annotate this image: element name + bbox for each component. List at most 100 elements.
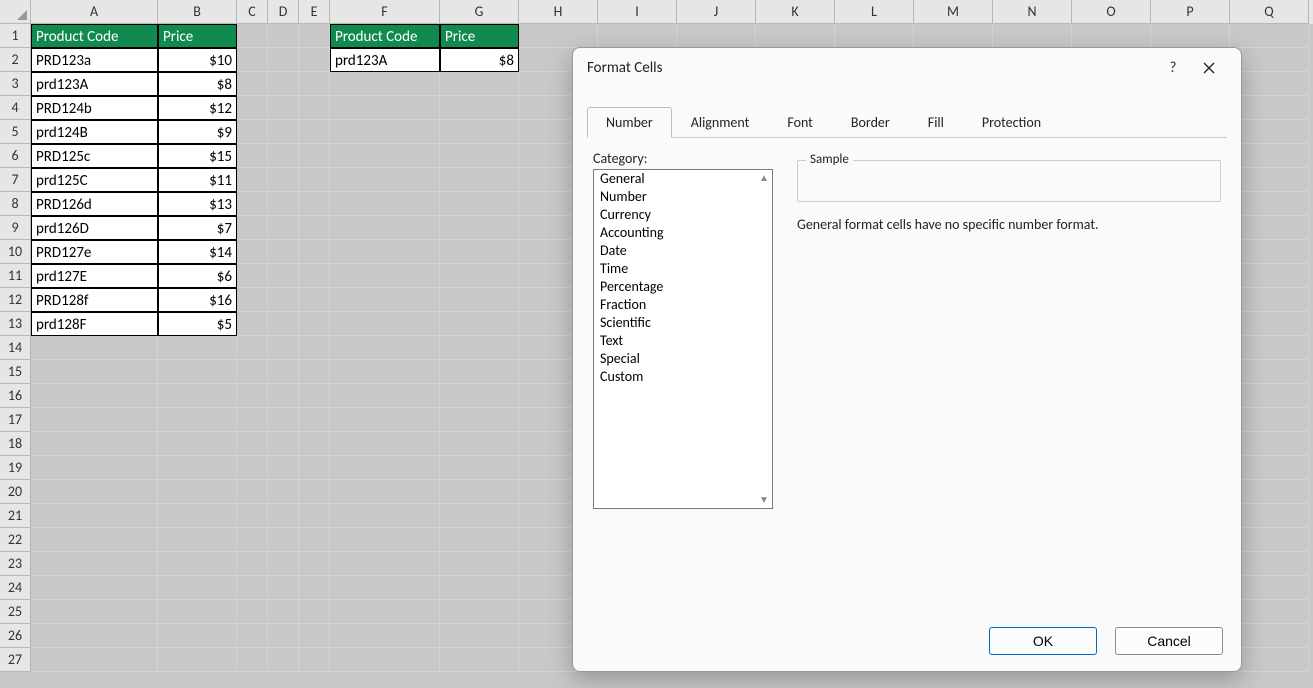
cell-Q1[interactable] (1230, 24, 1309, 48)
help-button[interactable]: ? (1155, 53, 1191, 83)
close-button[interactable] (1191, 53, 1227, 83)
category-item-scientific[interactable]: Scientific (594, 314, 772, 332)
cell-F1[interactable]: Product Code (330, 24, 440, 48)
row-header-10[interactable]: 10 (0, 240, 31, 264)
cell-A14[interactable] (31, 336, 158, 360)
cell-F24[interactable] (330, 576, 440, 600)
column-header-G[interactable]: G (440, 0, 519, 24)
cell-G20[interactable] (440, 480, 519, 504)
cell-A8[interactable]: PRD126d (31, 192, 158, 216)
cell-D19[interactable] (268, 456, 299, 480)
cell-G12[interactable] (440, 288, 519, 312)
cell-F11[interactable] (330, 264, 440, 288)
cell-A1[interactable]: Product Code (31, 24, 158, 48)
cell-C16[interactable] (237, 384, 268, 408)
row-header-16[interactable]: 16 (0, 384, 31, 408)
cell-D22[interactable] (268, 528, 299, 552)
cell-F14[interactable] (330, 336, 440, 360)
cell-A23[interactable] (31, 552, 158, 576)
cell-E17[interactable] (299, 408, 330, 432)
cell-G11[interactable] (440, 264, 519, 288)
cell-G8[interactable] (440, 192, 519, 216)
column-header-J[interactable]: J (677, 0, 756, 24)
column-header-P[interactable]: P (1151, 0, 1230, 24)
cell-C23[interactable] (237, 552, 268, 576)
row-header-20[interactable]: 20 (0, 480, 31, 504)
cell-F18[interactable] (330, 432, 440, 456)
cell-M1[interactable] (914, 24, 993, 48)
cell-B11[interactable]: $6 (158, 264, 237, 288)
cell-D15[interactable] (268, 360, 299, 384)
cell-A11[interactable]: prd127E (31, 264, 158, 288)
row-header-11[interactable]: 11 (0, 264, 31, 288)
row-header-3[interactable]: 3 (0, 72, 31, 96)
cell-A13[interactable]: prd128F (31, 312, 158, 336)
cell-D6[interactable] (268, 144, 299, 168)
cell-B17[interactable] (158, 408, 237, 432)
cell-E24[interactable] (299, 576, 330, 600)
cell-F6[interactable] (330, 144, 440, 168)
cell-E2[interactable] (299, 48, 330, 72)
cell-E22[interactable] (299, 528, 330, 552)
cell-C6[interactable] (237, 144, 268, 168)
cell-F26[interactable] (330, 624, 440, 648)
cell-E26[interactable] (299, 624, 330, 648)
cell-B23[interactable] (158, 552, 237, 576)
category-item-text[interactable]: Text (594, 332, 772, 350)
cell-F20[interactable] (330, 480, 440, 504)
category-item-fraction[interactable]: Fraction (594, 296, 772, 314)
category-item-date[interactable]: Date (594, 242, 772, 260)
cell-A12[interactable]: PRD128f (31, 288, 158, 312)
row-header-23[interactable]: 23 (0, 552, 31, 576)
cell-E14[interactable] (299, 336, 330, 360)
row-header-15[interactable]: 15 (0, 360, 31, 384)
cell-C17[interactable] (237, 408, 268, 432)
cell-F10[interactable] (330, 240, 440, 264)
cell-G22[interactable] (440, 528, 519, 552)
cell-F5[interactable] (330, 120, 440, 144)
cell-D16[interactable] (268, 384, 299, 408)
row-header-18[interactable]: 18 (0, 432, 31, 456)
cell-F8[interactable] (330, 192, 440, 216)
tab-fill[interactable]: Fill (909, 107, 963, 138)
cell-E11[interactable] (299, 264, 330, 288)
cell-D13[interactable] (268, 312, 299, 336)
cell-A3[interactable]: prd123A (31, 72, 158, 96)
cell-F4[interactable] (330, 96, 440, 120)
cell-E3[interactable] (299, 72, 330, 96)
dialog-titlebar[interactable]: Format Cells ? (573, 48, 1241, 88)
cell-B16[interactable] (158, 384, 237, 408)
cell-B12[interactable]: $16 (158, 288, 237, 312)
cell-G17[interactable] (440, 408, 519, 432)
cell-D27[interactable] (268, 648, 299, 672)
cell-B3[interactable]: $8 (158, 72, 237, 96)
cell-C22[interactable] (237, 528, 268, 552)
cell-F21[interactable] (330, 504, 440, 528)
cell-A9[interactable]: prd126D (31, 216, 158, 240)
cell-B26[interactable] (158, 624, 237, 648)
cell-C1[interactable] (237, 24, 268, 48)
cell-G4[interactable] (440, 96, 519, 120)
category-item-custom[interactable]: Custom (594, 368, 772, 386)
cell-A7[interactable]: prd125C (31, 168, 158, 192)
cell-F22[interactable] (330, 528, 440, 552)
column-header-Q[interactable]: Q (1230, 0, 1309, 24)
cell-E18[interactable] (299, 432, 330, 456)
select-all-corner[interactable] (0, 0, 31, 24)
cell-F7[interactable] (330, 168, 440, 192)
cell-G7[interactable] (440, 168, 519, 192)
cell-B24[interactable] (158, 576, 237, 600)
column-header-L[interactable]: L (835, 0, 914, 24)
cell-L1[interactable] (835, 24, 914, 48)
column-header-M[interactable]: M (914, 0, 993, 24)
cell-C12[interactable] (237, 288, 268, 312)
cell-B13[interactable]: $5 (158, 312, 237, 336)
cell-A27[interactable] (31, 648, 158, 672)
cell-D2[interactable] (268, 48, 299, 72)
cell-D9[interactable] (268, 216, 299, 240)
cell-G5[interactable] (440, 120, 519, 144)
row-header-2[interactable]: 2 (0, 48, 31, 72)
cell-A25[interactable] (31, 600, 158, 624)
tab-number[interactable]: Number (587, 107, 672, 138)
cell-C19[interactable] (237, 456, 268, 480)
